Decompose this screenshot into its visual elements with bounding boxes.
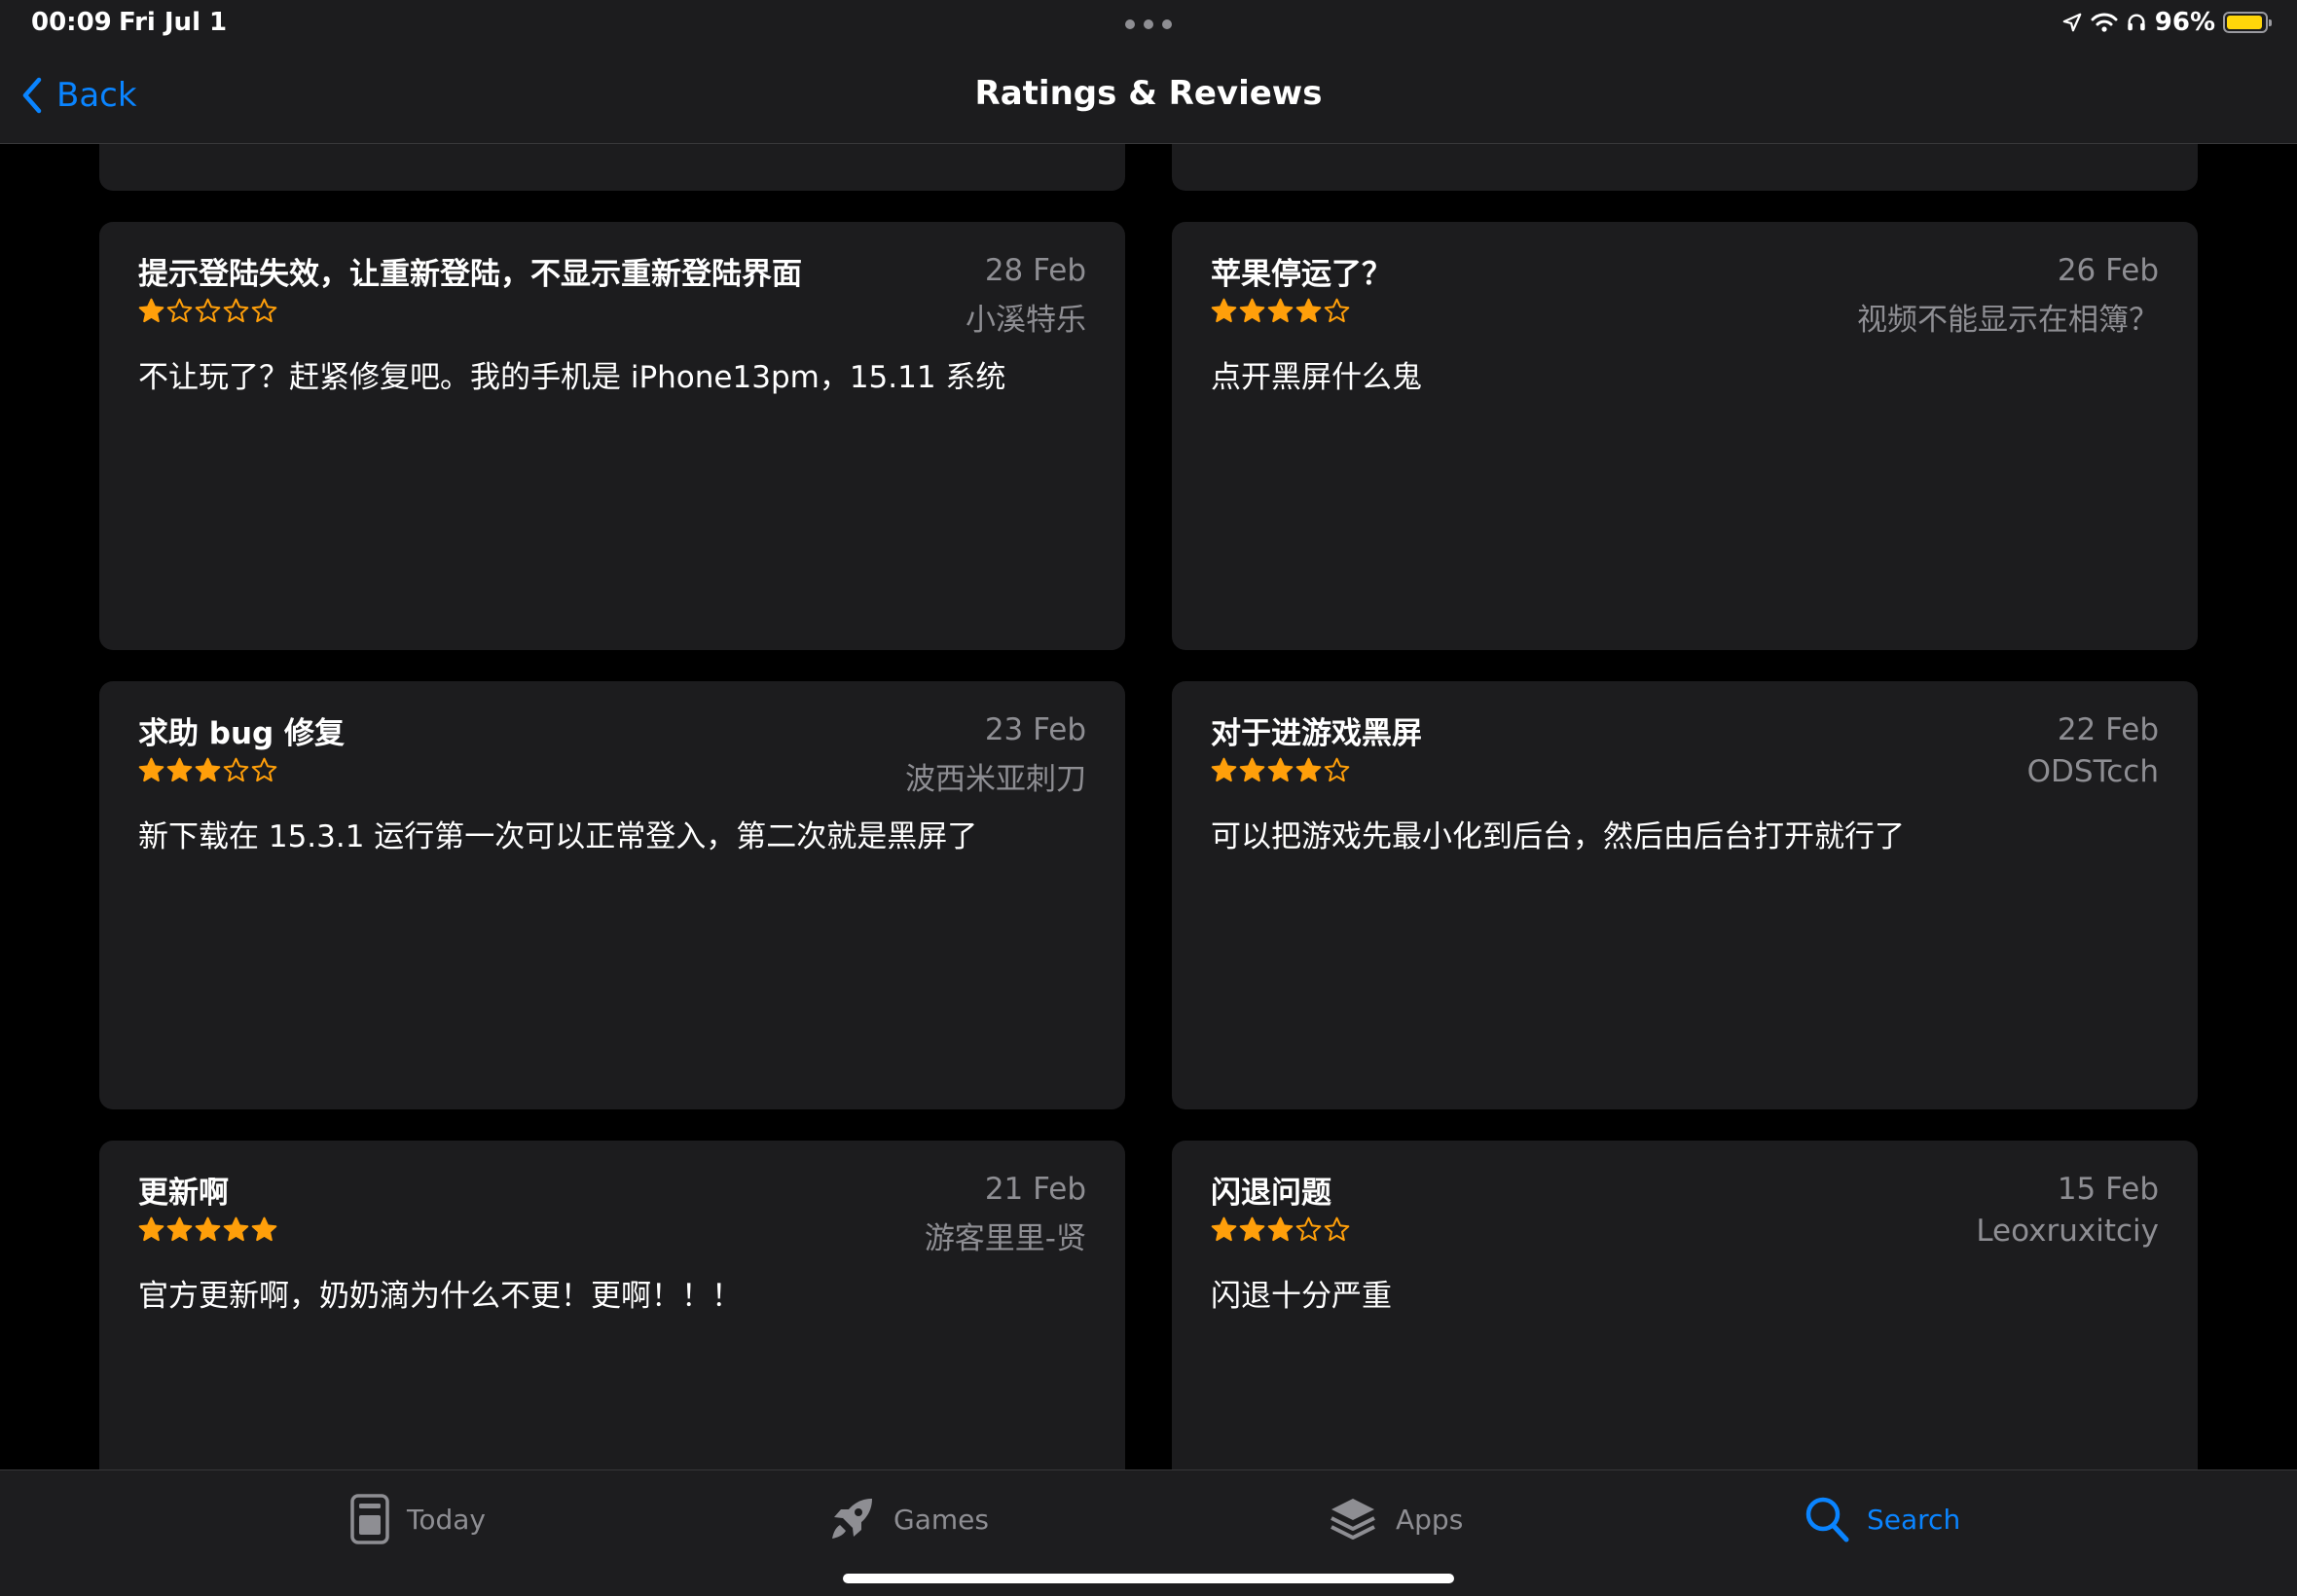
star-rating (138, 1216, 277, 1243)
reviews-list[interactable]: 提示登陆失效，让重新登陆，不显示重新登陆界面 28 Feb 小溪特乐 不让玩了？… (0, 144, 2297, 1469)
rocket-icon (832, 1499, 872, 1539)
wifi-icon (2091, 13, 2118, 32)
tab-label: Apps (1396, 1503, 1464, 1536)
review-date: 23 Feb (984, 712, 1086, 747)
review-body: 不让玩了？赶紧修复吧。我的手机是 iPhone13pm，15.11 系统 (138, 360, 1006, 395)
star-empty-icon (166, 298, 193, 323)
star-filled-icon (1239, 298, 1265, 323)
review-author: 游客里里-贤 (924, 1221, 1086, 1256)
review-date: 28 Feb (984, 253, 1086, 288)
review-body: 闪退十分严重 (1211, 1279, 1392, 1314)
star-filled-icon (138, 757, 164, 782)
location-arrow-icon (2062, 13, 2082, 32)
star-filled-icon (166, 1216, 193, 1242)
review-card-partial[interactable] (99, 144, 1125, 191)
review-author: 视频不能显示在相簿？ (1857, 303, 2159, 338)
review-date: 15 Feb (2057, 1172, 2159, 1207)
star-filled-icon (1239, 1216, 1265, 1242)
star-empty-icon (223, 757, 249, 782)
star-filled-icon (1267, 757, 1294, 782)
star-empty-icon (1324, 757, 1350, 782)
star-filled-icon (138, 298, 164, 323)
review-card[interactable]: 更新啊 21 Feb 游客里里-贤 官方更新啊，奶奶滴为什么不更！更啊！！！ (99, 1141, 1125, 1469)
review-body: 点开黑屏什么鬼 (1211, 360, 1422, 395)
status-time: 00:09 (31, 8, 112, 37)
star-filled-icon (166, 757, 193, 782)
status-bar: 00:09 Fri Jul 1 96% (0, 0, 2297, 47)
review-author: ODSTcch (2026, 754, 2159, 789)
review-title: 提示登陆失效，让重新登陆，不显示重新登陆界面 (138, 257, 802, 292)
review-card[interactable]: 对于进游戏黑屏 22 Feb ODSTcch 可以把游戏先最小化到后台，然后由后… (1172, 681, 2198, 1109)
star-filled-icon (251, 1216, 277, 1242)
review-author: 小溪特乐 (966, 303, 1086, 338)
star-empty-icon (223, 298, 249, 323)
star-filled-icon (1211, 1216, 1237, 1242)
review-body: 新下载在 15.3.1 运行第一次可以正常登入，第二次就是黑屏了 (138, 819, 978, 854)
apps-stack-icon (1331, 1499, 1375, 1540)
review-card[interactable]: 求助 bug 修复 23 Feb 波西米亚刺刀 新下载在 15.3.1 运行第一… (99, 681, 1125, 1109)
star-filled-icon (1239, 757, 1265, 782)
review-card[interactable]: 闪退问题 15 Feb Leoxruxitciy 闪退十分严重 (1172, 1141, 2198, 1469)
star-filled-icon (1267, 1216, 1294, 1242)
review-date: 21 Feb (984, 1172, 1086, 1207)
star-rating (1211, 757, 1350, 783)
star-filled-icon (223, 1216, 249, 1242)
navigation-bar: Back Ratings & Reviews (0, 47, 2297, 144)
multitasking-dots-icon[interactable] (1125, 19, 1172, 29)
star-empty-icon (195, 298, 221, 323)
review-title: 对于进游戏黑屏 (1211, 716, 1422, 751)
review-body: 可以把游戏先最小化到后台，然后由后台打开就行了 (1211, 819, 1905, 854)
tab-games[interactable]: Games (827, 1470, 989, 1568)
tab-today[interactable]: Today (350, 1470, 486, 1568)
review-card-partial[interactable] (1172, 144, 2198, 191)
star-rating (138, 757, 277, 783)
review-title: 闪退问题 (1211, 1176, 1331, 1211)
battery-percentage: 96% (2154, 8, 2215, 37)
star-filled-icon (1211, 298, 1237, 323)
star-rating (1211, 298, 1350, 324)
review-body: 官方更新啊，奶奶滴为什么不更！更啊！！！ (138, 1279, 742, 1314)
review-author: 波西米亚刺刀 (905, 762, 1086, 797)
star-empty-icon (1295, 1216, 1322, 1242)
review-title: 苹果停运了？ (1211, 257, 1392, 292)
review-date: 22 Feb (2057, 712, 2159, 747)
star-filled-icon (138, 1216, 164, 1242)
today-icon (350, 1494, 389, 1544)
star-empty-icon (1324, 1216, 1350, 1242)
star-filled-icon (195, 757, 221, 782)
review-card[interactable]: 苹果停运了？ 26 Feb 视频不能显示在相簿？ 点开黑屏什么鬼 (1172, 222, 2198, 650)
headphones-icon (2128, 14, 2145, 31)
review-title: 求助 bug 修复 (138, 716, 346, 751)
tab-label: Games (893, 1503, 989, 1536)
review-card[interactable]: 提示登陆失效，让重新登陆，不显示重新登陆界面 28 Feb 小溪特乐 不让玩了？… (99, 222, 1125, 650)
star-filled-icon (1295, 757, 1322, 782)
star-empty-icon (251, 298, 277, 323)
tab-search[interactable]: Search (1805, 1470, 1960, 1568)
review-date: 26 Feb (2057, 253, 2159, 288)
star-filled-icon (1267, 298, 1294, 323)
star-filled-icon (1211, 757, 1237, 782)
search-icon (1805, 1497, 1849, 1542)
star-rating (1211, 1216, 1350, 1243)
star-filled-icon (195, 1216, 221, 1242)
tab-label: Search (1867, 1503, 1961, 1536)
star-empty-icon (251, 757, 277, 782)
tab-apps[interactable]: Apps (1328, 1470, 1463, 1568)
home-indicator[interactable] (843, 1574, 1454, 1583)
battery-level-fill (2227, 16, 2263, 29)
star-empty-icon (1324, 298, 1350, 323)
tab-label: Today (407, 1503, 486, 1536)
battery-icon (2223, 12, 2272, 33)
page-title: Ratings & Reviews (974, 74, 1323, 113)
tab-bar: Today Games Apps Search (0, 1469, 2297, 1596)
star-filled-icon (1295, 298, 1322, 323)
review-author: Leoxruxitciy (1976, 1214, 2159, 1249)
review-title: 更新啊 (138, 1176, 229, 1211)
star-rating (138, 298, 277, 324)
status-date: Fri Jul 1 (119, 8, 228, 37)
status-indicators: 96% (2061, 8, 2272, 37)
